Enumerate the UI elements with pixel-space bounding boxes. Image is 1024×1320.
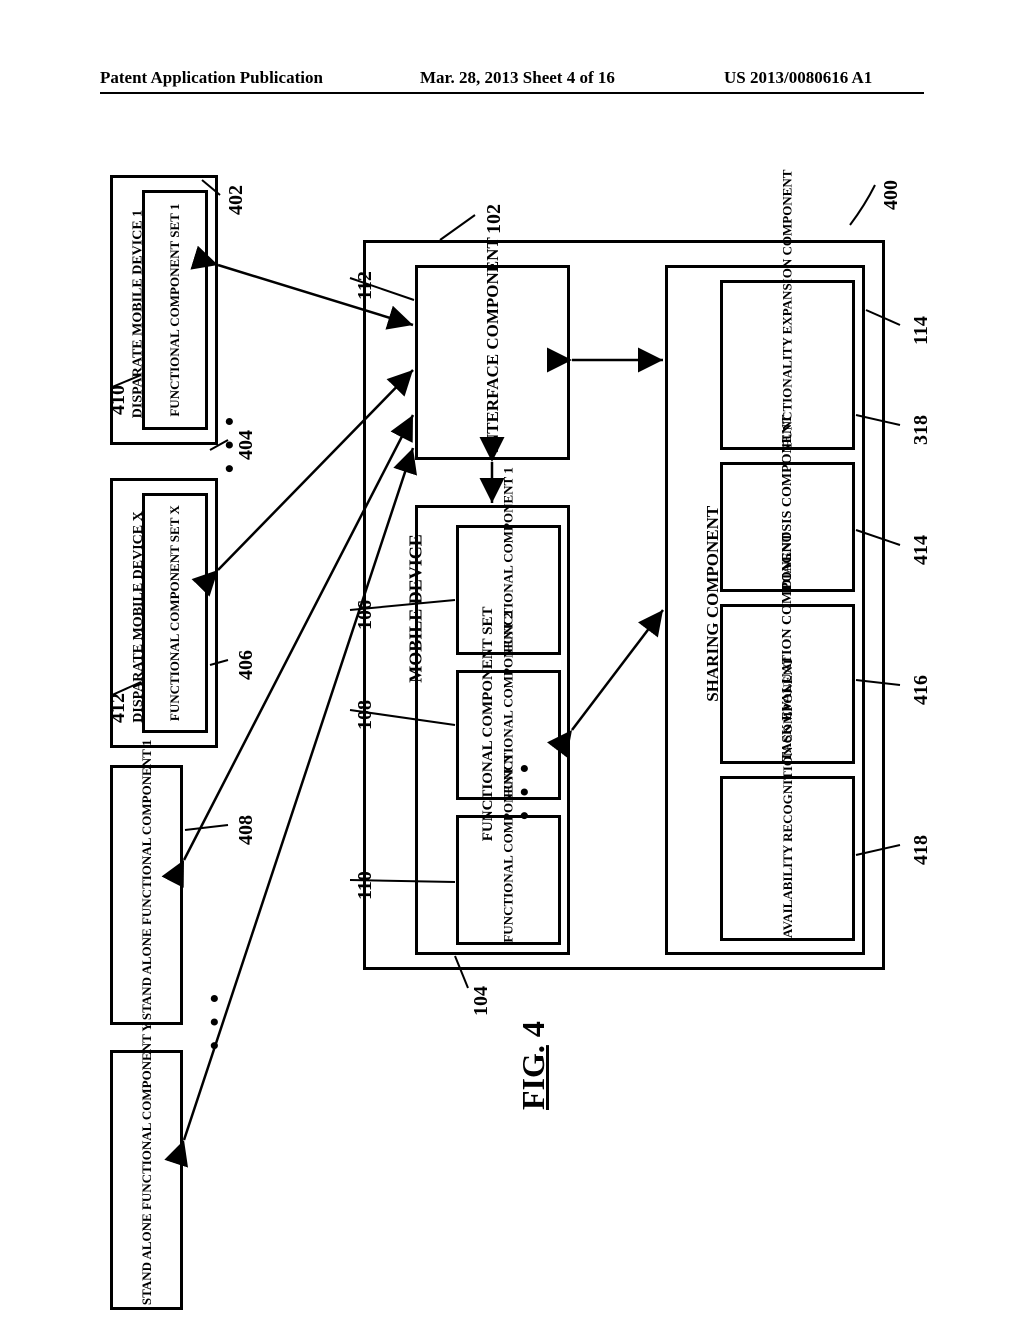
interface-component-box: INTERFACE COMPONENT xyxy=(415,265,570,460)
figure-caption: FIG. 4 xyxy=(515,1021,552,1110)
ref-418: 418 xyxy=(910,835,933,865)
figure-4: 400 MOBILE DEVICE 102 INTERFACE COMPONEN… xyxy=(110,170,910,1230)
functional-component-n-label: FUNCTIONAL COMPONENT N xyxy=(501,817,515,942)
availability-recognition-box: AVAILABILITY RECOGNITION COMPONENT xyxy=(720,776,855,941)
ref-404: 404 xyxy=(235,430,258,460)
functional-component-n-box: FUNCTIONAL COMPONENT N xyxy=(456,815,561,945)
ref-412: 412 xyxy=(107,693,130,723)
standalone-1-label: STAND ALONE FUNCTIONAL COMPONENT 1 xyxy=(139,770,153,1020)
figure-caption-number: 4 xyxy=(515,1021,551,1037)
fc-set-1-box: FUNCTIONAL COMPONENT SET 1 xyxy=(142,190,208,430)
availability-recognition-label: AVAILABILITY RECOGNITION COMPONENT xyxy=(780,778,794,938)
ref-414: 414 xyxy=(910,535,933,565)
ref-318: 318 xyxy=(910,415,933,445)
ref-102: 102 xyxy=(483,204,506,234)
ref-104: 104 xyxy=(470,986,493,1016)
header-rule xyxy=(100,92,924,94)
ref-406: 406 xyxy=(235,650,258,680)
ellipsis-standalone: • • • xyxy=(200,990,230,1050)
publication-type: Patent Application Publication xyxy=(100,68,323,88)
figure-caption-prefix: FIG. xyxy=(515,1045,551,1110)
fc-set-x-box: FUNCTIONAL COMPONENT SET X xyxy=(142,493,208,733)
standalone-y-label: STAND ALONE FUNCTIONAL COMPONENT Y xyxy=(139,1055,153,1305)
publication-date: Mar. 28, 2013 Sheet 4 of 16 xyxy=(420,68,615,88)
ref-410: 410 xyxy=(107,385,130,415)
ref-110: 110 xyxy=(354,871,377,900)
ref-402: 402 xyxy=(225,185,248,215)
ref-106: 106 xyxy=(354,600,377,630)
interface-component-label: INTERFACE COMPONENT xyxy=(483,272,503,452)
fc-set-1-label: FUNCTIONAL COMPONENT SET 1 xyxy=(168,195,182,425)
standalone-y-box: STAND ALONE FUNCTIONAL COMPONENT Y xyxy=(110,1050,183,1310)
ref-408: 408 xyxy=(235,815,258,845)
ref-112: 112 xyxy=(354,271,377,300)
fc-set-x-label: FUNCTIONAL COMPONENT SET X xyxy=(168,498,182,728)
ref-114: 114 xyxy=(910,316,933,345)
publication-number: US 2013/0080616 A1 xyxy=(724,68,872,88)
ref-416: 416 xyxy=(910,675,933,705)
ref-108: 108 xyxy=(354,700,377,730)
standalone-1-box: STAND ALONE FUNCTIONAL COMPONENT 1 xyxy=(110,765,183,1025)
ref-400: 400 xyxy=(880,180,903,210)
